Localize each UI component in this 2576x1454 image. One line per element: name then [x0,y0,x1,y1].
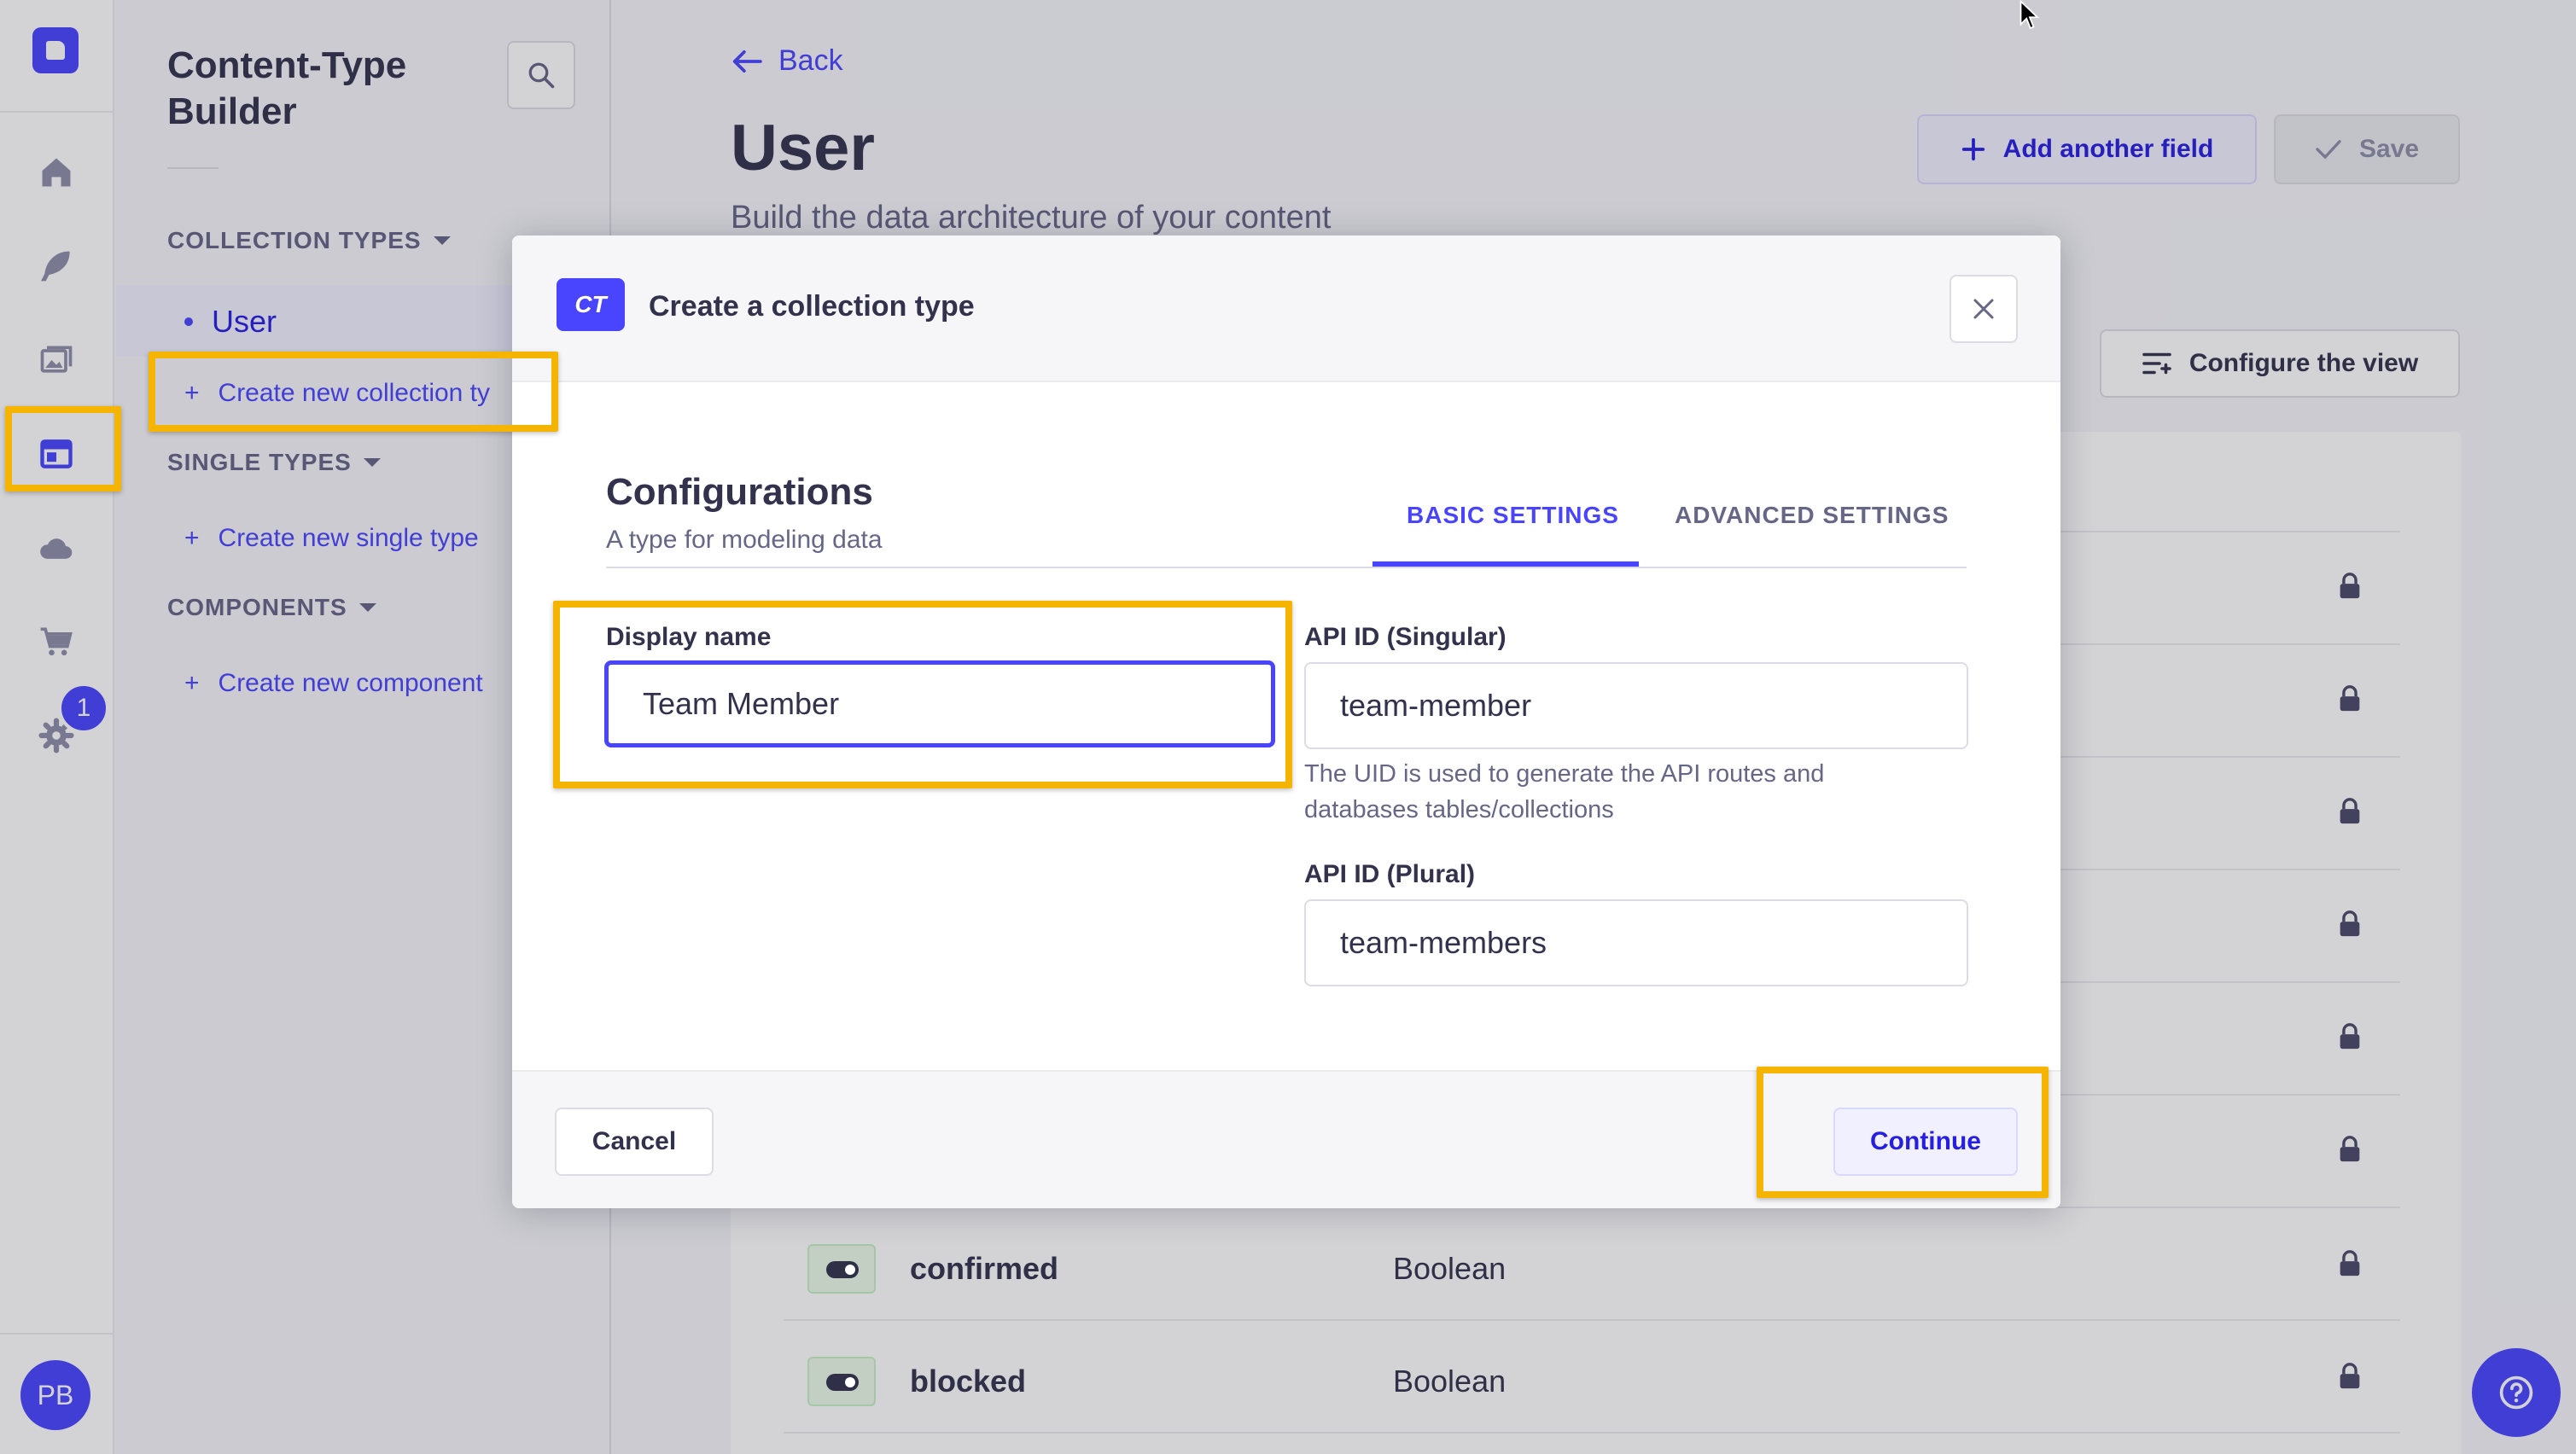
modal-title: Create a collection type [649,290,975,323]
close-button[interactable] [1949,275,2018,343]
display-name-input[interactable]: Team Member [604,660,1275,747]
api-id-singular-input[interactable]: team-member [1304,662,1968,749]
collection-type-badge: CT [557,278,625,331]
configurations-subtitle: A type for modeling data [606,526,883,554]
uid-hint: The UID is used to generate the API rout… [1304,760,1825,823]
create-collection-type-modal: CT Create a collection type Configuratio… [512,236,2060,1208]
display-name-label: Display name [606,623,772,651]
cancel-button[interactable]: Cancel [555,1108,714,1176]
tabs-divider [606,567,1967,568]
api-id-plural-input[interactable]: team-members [1304,899,1968,986]
api-id-plural-label: API ID (Plural) [1304,860,1476,888]
modal-footer: Cancel Continue [512,1070,2060,1208]
mouse-cursor-icon [2019,0,2040,30]
configurations-heading: Configurations [606,471,873,513]
close-icon [1973,299,1994,319]
modal-header: CT Create a collection type [512,236,2060,382]
api-id-singular-label: API ID (Singular) [1304,623,1507,651]
active-tab-indicator [1373,561,1639,567]
tab-basic-settings[interactable]: BASIC SETTINGS [1407,502,1619,529]
tab-advanced-settings[interactable]: ADVANCED SETTINGS [1675,502,1949,529]
continue-button[interactable]: Continue [1833,1108,2018,1176]
